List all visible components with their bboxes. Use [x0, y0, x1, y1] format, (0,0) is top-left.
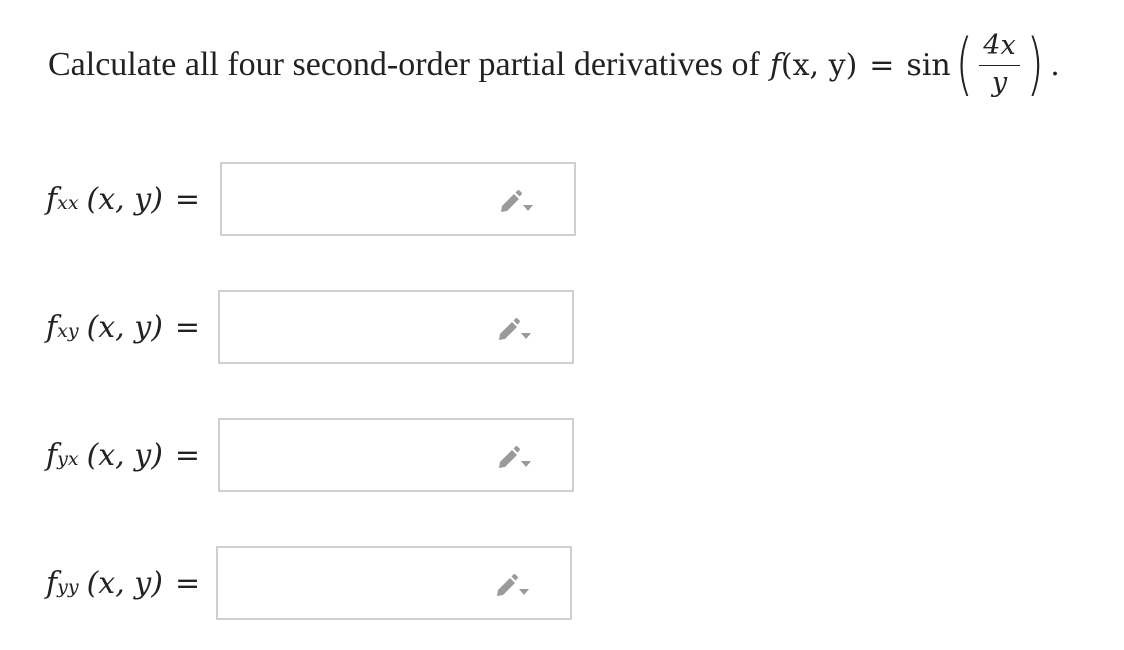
answer-input-fxx[interactable] — [220, 162, 576, 236]
derivative-equals: = — [174, 309, 201, 345]
left-paren: ( — [955, 25, 973, 104]
pencil-dropdown-icon[interactable] — [496, 444, 532, 470]
sin-operator: sin — [906, 47, 951, 83]
derivative-row-fxy: f xy (x, y) = — [46, 288, 574, 366]
function-args: (x, y) — [780, 47, 858, 83]
derivative-equals: = — [174, 437, 201, 473]
pencil-dropdown-icon[interactable] — [494, 572, 530, 598]
derivative-args: (x, y) — [86, 181, 163, 217]
derivative-args: (x, y) — [86, 565, 163, 601]
answer-input-fyx[interactable] — [218, 418, 574, 492]
derivative-label-fyy: f yy (x, y) = — [46, 566, 218, 601]
question-text: Calculate all four second-order partial … — [48, 22, 1060, 108]
function-equals: = — [869, 47, 895, 83]
function-name: f — [769, 47, 781, 83]
derivative-row-fyx: f yx (x, y) = — [46, 416, 574, 494]
derivative-subscript: yx — [57, 447, 79, 470]
answer-input-fyy[interactable] — [216, 546, 572, 620]
answer-input-fxy[interactable] — [218, 290, 574, 364]
pencil-dropdown-icon[interactable] — [498, 188, 534, 214]
derivative-func: f — [46, 309, 58, 345]
pencil-dropdown-icon[interactable] — [496, 316, 532, 342]
derivative-args: (x, y) — [86, 309, 163, 345]
derivative-label-fxy: f xy (x, y) = — [46, 310, 218, 345]
fraction: 4x y — [979, 30, 1020, 99]
derivative-subscript: yy — [57, 575, 79, 598]
derivative-row-fxx: f xx (x, y) = — [46, 160, 576, 238]
fraction-denominator: y — [991, 67, 1008, 99]
derivative-func: f — [46, 181, 58, 217]
derivative-equals: = — [174, 181, 201, 217]
derivative-label-fxx: f xx (x, y) = — [46, 182, 218, 217]
derivative-label-fyx: f yx (x, y) = — [46, 438, 218, 473]
derivative-equals: = — [174, 565, 201, 601]
derivative-args: (x, y) — [86, 437, 163, 473]
period: . — [1050, 47, 1060, 83]
right-paren: ) — [1026, 25, 1044, 104]
derivative-func: f — [46, 565, 58, 601]
derivative-func: f — [46, 437, 58, 473]
fraction-numerator: 4x — [983, 30, 1016, 62]
question-prompt: Calculate all four second-order partial … — [48, 46, 760, 83]
function-expression: f (x, y) = sin ( 4x y ) . — [770, 31, 1060, 99]
derivative-subscript: xx — [57, 191, 79, 214]
derivative-subscript: xy — [57, 319, 79, 342]
derivative-row-fyy: f yy (x, y) = — [46, 544, 572, 622]
